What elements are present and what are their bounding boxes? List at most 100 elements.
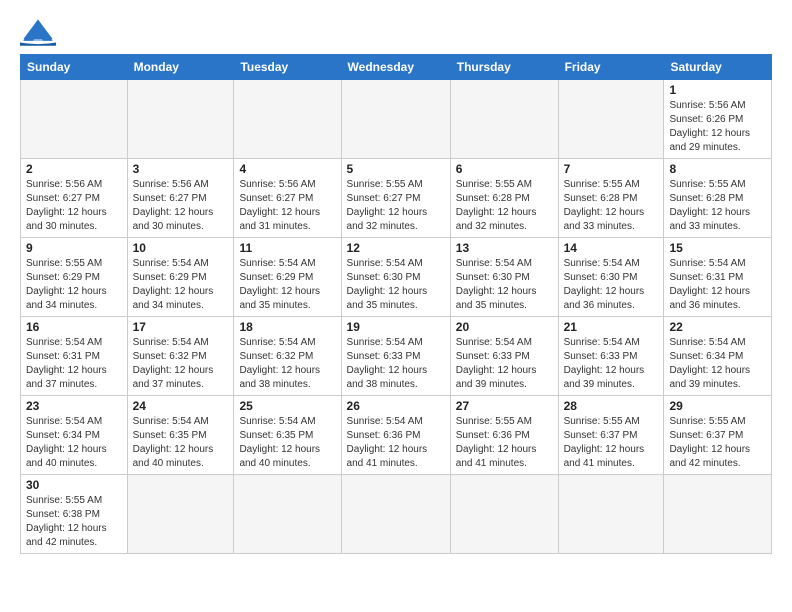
day-number: 8	[669, 162, 766, 176]
calendar-cell: 29Sunrise: 5:55 AM Sunset: 6:37 PM Dayli…	[664, 396, 772, 475]
day-info: Sunrise: 5:56 AM Sunset: 6:27 PM Dayligh…	[133, 178, 229, 234]
weekday-header-thursday: Thursday	[450, 55, 558, 80]
day-info: Sunrise: 5:54 AM Sunset: 6:31 PM Dayligh…	[669, 257, 766, 313]
calendar-cell: 3 Sunrise: 5:56 AM Sunset: 6:27 PM Daylig…	[127, 159, 234, 238]
calendar-cell	[127, 475, 234, 554]
calendar-cell: 15 Sunrise: 5:54 AM Sunset: 6:31 PM Dayli…	[664, 238, 772, 317]
week-row-5: 23 Sunrise: 5:54 AM Sunset: 6:34 PM Dayli…	[21, 396, 772, 475]
calendar-cell: 19 Sunrise: 5:54 AM Sunset: 6:33 PM Dayli…	[341, 317, 450, 396]
calendar-cell: 8 Sunrise: 5:55 AM Sunset: 6:28 PM Daylig…	[664, 159, 772, 238]
calendar-cell	[234, 475, 341, 554]
calendar-cell: 18Sunrise: 5:54 AM Sunset: 6:32 PM Dayli…	[234, 317, 341, 396]
day-number: 11	[239, 241, 335, 255]
calendar-cell: 14 Sunrise: 5:54 AM Sunset: 6:30 PM Dayli…	[558, 238, 664, 317]
day-info: Sunrise: 5:54 AM Sunset: 6:32 PM Dayligh…	[133, 336, 229, 392]
weekday-header-sunday: Sunday	[21, 55, 128, 80]
day-info: Sunrise: 5:54 AM Sunset: 6:30 PM Dayligh…	[564, 257, 659, 313]
calendar-table: SundayMondayTuesdayWednesdayThursdayFrid…	[20, 54, 772, 554]
day-number: 23	[26, 399, 122, 413]
weekday-header-wednesday: Wednesday	[341, 55, 450, 80]
calendar-cell: 25 Sunrise: 5:54 AM Sunset: 6:35 PM Dayli…	[234, 396, 341, 475]
day-number: 30	[26, 478, 122, 492]
day-info: Sunrise: 5:54 AM Sunset: 6:35 PM Dayligh…	[133, 415, 229, 471]
calendar-cell: 4Sunrise: 5:56 AM Sunset: 6:27 PM Daylig…	[234, 159, 341, 238]
weekday-header-friday: Friday	[558, 55, 664, 80]
day-number: 12	[347, 241, 445, 255]
week-row-4: 16 Sunrise: 5:54 AM Sunset: 6:31 PM Dayli…	[21, 317, 772, 396]
day-number: 28	[564, 399, 659, 413]
week-row-1: 1Sunrise: 5:56 AM Sunset: 6:26 PM Daylig…	[21, 80, 772, 159]
weekday-header-monday: Monday	[127, 55, 234, 80]
day-info: Sunrise: 5:54 AM Sunset: 6:31 PM Dayligh…	[26, 336, 122, 392]
day-info: Sunrise: 5:55 AM Sunset: 6:27 PM Dayligh…	[347, 178, 445, 234]
day-info: Sunrise: 5:56 AM Sunset: 6:26 PM Dayligh…	[669, 99, 766, 155]
week-row-6: 30Sunrise: 5:55 AM Sunset: 6:38 PM Dayli…	[21, 475, 772, 554]
day-info: Sunrise: 5:56 AM Sunset: 6:27 PM Dayligh…	[26, 178, 122, 234]
weekday-header-tuesday: Tuesday	[234, 55, 341, 80]
calendar-cell	[341, 475, 450, 554]
day-number: 5	[347, 162, 445, 176]
day-number: 9	[26, 241, 122, 255]
calendar-cell: 9 Sunrise: 5:55 AM Sunset: 6:29 PM Daylig…	[21, 238, 128, 317]
day-number: 29	[669, 399, 766, 413]
calendar-cell: 6Sunrise: 5:55 AM Sunset: 6:28 PM Daylig…	[450, 159, 558, 238]
day-number: 21	[564, 320, 659, 334]
day-number: 17	[133, 320, 229, 334]
logo	[20, 16, 64, 46]
day-info: Sunrise: 5:54 AM Sunset: 6:33 PM Dayligh…	[347, 336, 445, 392]
weekday-header-row: SundayMondayTuesdayWednesdayThursdayFrid…	[21, 55, 772, 80]
day-number: 6	[456, 162, 553, 176]
calendar-cell: 24Sunrise: 5:54 AM Sunset: 6:35 PM Dayli…	[127, 396, 234, 475]
calendar-cell: 5 Sunrise: 5:55 AM Sunset: 6:27 PM Daylig…	[341, 159, 450, 238]
calendar-cell: 21 Sunrise: 5:54 AM Sunset: 6:33 PM Dayli…	[558, 317, 664, 396]
day-info: Sunrise: 5:54 AM Sunset: 6:35 PM Dayligh…	[239, 415, 335, 471]
day-info: Sunrise: 5:54 AM Sunset: 6:34 PM Dayligh…	[669, 336, 766, 392]
calendar-cell: 2Sunrise: 5:56 AM Sunset: 6:27 PM Daylig…	[21, 159, 128, 238]
calendar-cell	[450, 80, 558, 159]
calendar-cell	[664, 475, 772, 554]
calendar-cell: 1Sunrise: 5:56 AM Sunset: 6:26 PM Daylig…	[664, 80, 772, 159]
calendar-cell: 22 Sunrise: 5:54 AM Sunset: 6:34 PM Dayli…	[664, 317, 772, 396]
day-info: Sunrise: 5:55 AM Sunset: 6:28 PM Dayligh…	[669, 178, 766, 234]
day-number: 25	[239, 399, 335, 413]
calendar-cell: 28 Sunrise: 5:55 AM Sunset: 6:37 PM Dayli…	[558, 396, 664, 475]
day-info: Sunrise: 5:55 AM Sunset: 6:36 PM Dayligh…	[456, 415, 553, 471]
calendar-cell: 13Sunrise: 5:54 AM Sunset: 6:30 PM Dayli…	[450, 238, 558, 317]
calendar-cell: 11 Sunrise: 5:54 AM Sunset: 6:29 PM Dayli…	[234, 238, 341, 317]
day-info: Sunrise: 5:54 AM Sunset: 6:33 PM Dayligh…	[456, 336, 553, 392]
day-info: Sunrise: 5:54 AM Sunset: 6:33 PM Dayligh…	[564, 336, 659, 392]
day-number: 10	[133, 241, 229, 255]
day-number: 20	[456, 320, 553, 334]
day-info: Sunrise: 5:54 AM Sunset: 6:29 PM Dayligh…	[239, 257, 335, 313]
day-number: 14	[564, 241, 659, 255]
week-row-2: 2Sunrise: 5:56 AM Sunset: 6:27 PM Daylig…	[21, 159, 772, 238]
day-number: 27	[456, 399, 553, 413]
day-number: 19	[347, 320, 445, 334]
calendar-cell: 26Sunrise: 5:54 AM Sunset: 6:36 PM Dayli…	[341, 396, 450, 475]
day-info: Sunrise: 5:54 AM Sunset: 6:30 PM Dayligh…	[347, 257, 445, 313]
day-number: 3	[133, 162, 229, 176]
day-number: 22	[669, 320, 766, 334]
calendar-cell	[127, 80, 234, 159]
calendar-cell: 10 Sunrise: 5:54 AM Sunset: 6:29 PM Dayli…	[127, 238, 234, 317]
day-info: Sunrise: 5:54 AM Sunset: 6:29 PM Dayligh…	[133, 257, 229, 313]
week-row-3: 9 Sunrise: 5:55 AM Sunset: 6:29 PM Daylig…	[21, 238, 772, 317]
day-number: 4	[239, 162, 335, 176]
day-info: Sunrise: 5:55 AM Sunset: 6:28 PM Dayligh…	[564, 178, 659, 234]
day-number: 16	[26, 320, 122, 334]
calendar-cell: 17 Sunrise: 5:54 AM Sunset: 6:32 PM Dayli…	[127, 317, 234, 396]
day-number: 15	[669, 241, 766, 255]
calendar-cell	[558, 80, 664, 159]
calendar-cell: 20 Sunrise: 5:54 AM Sunset: 6:33 PM Dayli…	[450, 317, 558, 396]
general-blue-logo-icon	[20, 16, 56, 46]
weekday-header-saturday: Saturday	[664, 55, 772, 80]
calendar-cell	[21, 80, 128, 159]
day-number: 7	[564, 162, 659, 176]
day-info: Sunrise: 5:55 AM Sunset: 6:29 PM Dayligh…	[26, 257, 122, 313]
calendar-cell	[450, 475, 558, 554]
calendar-cell: 16 Sunrise: 5:54 AM Sunset: 6:31 PM Dayli…	[21, 317, 128, 396]
day-info: Sunrise: 5:55 AM Sunset: 6:37 PM Dayligh…	[564, 415, 659, 471]
calendar-cell: 27 Sunrise: 5:55 AM Sunset: 6:36 PM Dayli…	[450, 396, 558, 475]
calendar-cell: 30Sunrise: 5:55 AM Sunset: 6:38 PM Dayli…	[21, 475, 128, 554]
day-info: Sunrise: 5:54 AM Sunset: 6:34 PM Dayligh…	[26, 415, 122, 471]
